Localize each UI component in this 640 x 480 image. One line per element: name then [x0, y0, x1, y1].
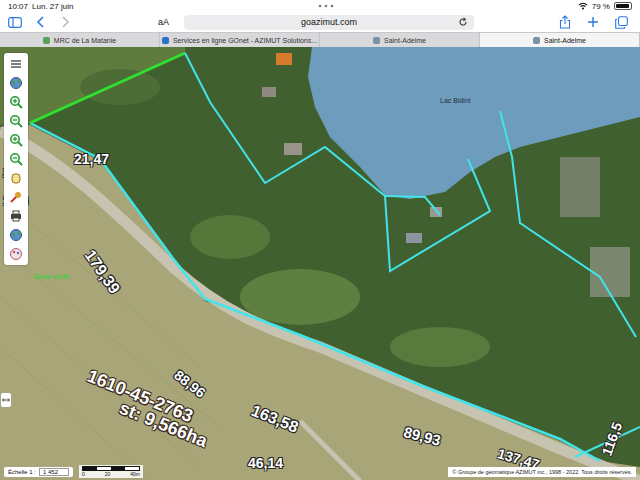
zoom-out-icon[interactable] [9, 152, 23, 166]
layers-icon[interactable] [9, 57, 23, 71]
tab[interactable]: Saint-Adelme [480, 33, 640, 47]
zoom-in-icon[interactable] [9, 95, 23, 109]
tab[interactable]: Services en ligne GOnet - AZIMUT Solutio… [160, 33, 320, 47]
battery-text: 79 % [592, 2, 610, 11]
forward-icon[interactable] [60, 16, 70, 28]
pan-icon[interactable] [9, 171, 23, 185]
scale-bar: 0 20 40m [79, 465, 143, 478]
globe-icon[interactable] [9, 228, 23, 242]
tabs-icon[interactable] [615, 16, 628, 29]
resize-arrows-icon [2, 396, 10, 404]
favicon-icon [533, 37, 540, 44]
scale-tick: 20 [105, 471, 111, 477]
measure-label: 46,14 [248, 455, 283, 471]
scale-tick: 0 [82, 471, 85, 477]
map-footer: Échelle 1 :1 452 0 20 40m © Groupe de géomat… [0, 463, 640, 480]
share-icon[interactable] [559, 15, 571, 29]
zone-label: Zone verte [34, 273, 69, 280]
favicon-icon [43, 37, 50, 44]
back-icon[interactable] [36, 16, 46, 28]
status-bar: 10:07 Lun. 27 juin 79 % [0, 0, 640, 12]
tab-bar: MRC de La MatanieServices en ligne GOnet… [0, 32, 640, 47]
text-size-button[interactable]: aA [158, 17, 184, 27]
sidebar-icon[interactable] [8, 17, 22, 28]
copyright: © Groupe de géomatique AZIMUT inc., 1998… [448, 467, 636, 477]
scale-tick: 40m [130, 471, 140, 477]
time: 10:07 [8, 2, 28, 11]
screen: 10:07 Lun. 27 juin 79 % aA goazimut.com MRC d… [0, 0, 640, 480]
scale-input[interactable]: 1 452 [39, 468, 69, 476]
style-icon[interactable] [9, 247, 23, 261]
tab[interactable]: MRC de La Matanie [0, 33, 160, 47]
zoom-out-icon[interactable] [9, 114, 23, 128]
favicon-icon [162, 37, 169, 44]
url-field[interactable]: goazimut.com [184, 15, 474, 30]
panel-handle[interactable] [1, 393, 11, 407]
tool-palette [4, 53, 28, 265]
lake-label: Lac Bidini [440, 97, 470, 104]
pin-icon[interactable] [9, 190, 23, 204]
battery-icon [614, 2, 632, 10]
multitask-dots-icon[interactable] [318, 4, 334, 8]
measure-label: 21,47 [74, 151, 109, 167]
zoom-in-icon[interactable] [9, 133, 23, 147]
scale-label: Échelle 1 : [8, 469, 36, 475]
map[interactable]: 21,471,98179,3988,96163,5889,93137,4746,… [0, 47, 640, 480]
tab[interactable]: Saint-Adelme [320, 33, 480, 47]
url-text: goazimut.com [301, 17, 357, 27]
reload-icon[interactable] [458, 17, 468, 27]
new-tab-icon[interactable] [587, 16, 599, 28]
wifi-icon [578, 2, 588, 10]
print-icon[interactable] [9, 209, 23, 223]
scale-control: Échelle 1 :1 452 [4, 467, 73, 477]
browser-toolbar: aA goazimut.com [0, 12, 640, 32]
date: Lun. 27 juin [32, 2, 73, 11]
favicon-icon [373, 37, 380, 44]
globe-icon[interactable] [9, 76, 23, 90]
